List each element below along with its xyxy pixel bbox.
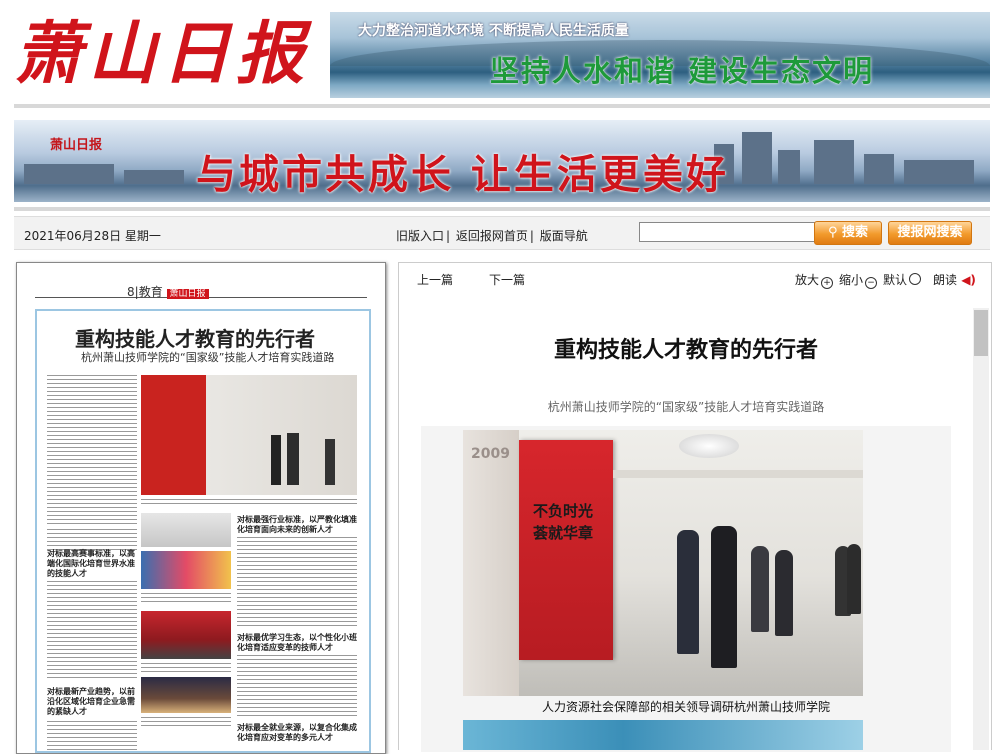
search-icon: ⚲ xyxy=(827,225,838,240)
top-banner-line2: 坚持人水和谐 建设生态文明 xyxy=(490,54,875,88)
second-banner[interactable]: 萧山日报 与城市共成长 让生活更美好 xyxy=(14,120,990,202)
search-input[interactable] xyxy=(639,222,815,242)
paper-tag: 萧山日报 xyxy=(166,289,209,299)
search-button-label: 搜索 xyxy=(842,225,869,240)
page-nav-link[interactable]: 版面导航 xyxy=(540,229,588,243)
second-banner-logo: 萧山日报 xyxy=(50,138,103,153)
zoom-in-button[interactable]: 放大 + xyxy=(795,271,834,289)
skyline-shape xyxy=(814,140,854,184)
zoom-out-label: 缩小 xyxy=(839,273,864,287)
red-display-board xyxy=(519,440,613,660)
page-section: 教育 xyxy=(138,285,163,299)
minus-icon: − xyxy=(865,277,878,289)
issue-date: 2021年06月28日 星期一 xyxy=(24,229,161,243)
column-head[interactable]: 对标最高赛事标准，以高端化国际化培育世界水准的技能人才 xyxy=(47,549,139,579)
home-link[interactable]: 返回报网首页 xyxy=(456,229,528,243)
caption-lines xyxy=(141,593,231,605)
skyline-shape xyxy=(24,164,114,184)
caption-lines xyxy=(141,499,357,507)
photo-caption: 人力资源社会保障部的相关领导调研杭州萧山技师学院 xyxy=(541,700,830,714)
text-block[interactable] xyxy=(237,537,357,629)
person xyxy=(711,526,737,668)
top-toolbar: 2021年06月28日 星期一 旧版入口 | 返回报网首页 | 版面导航 ⚲ 搜索 … xyxy=(14,216,990,250)
skyline-shape xyxy=(778,150,800,184)
zoom-in-label: 放大 xyxy=(795,273,820,287)
text-block[interactable] xyxy=(47,375,137,525)
skyline-shape xyxy=(742,132,772,184)
plus-icon: + xyxy=(821,277,834,289)
site-search-button-label: 搜报网搜索 xyxy=(897,225,963,240)
caption-lines xyxy=(141,663,231,673)
scrollbar-thumb[interactable] xyxy=(974,310,988,356)
text-block[interactable] xyxy=(47,721,137,751)
thumb-subhead: 杭州萧山技师学院的“国家级”技能人才培育实践道路 xyxy=(81,351,335,364)
person xyxy=(775,550,793,636)
page-thumbnail[interactable]: 8|教育 萧山日报 重构技能人才教育的先行者 杭州萧山技师学院的“国家级”技能人… xyxy=(16,262,386,754)
speaker-icon: ◀) xyxy=(957,273,976,287)
zoom-out-button[interactable]: 缩小 − xyxy=(839,271,878,289)
prev-article-link[interactable]: 上一篇 xyxy=(417,271,453,288)
person xyxy=(847,544,861,614)
column-head[interactable]: 对标最优学习生态，以个性化小班化培育适应变革的技师人才 xyxy=(237,633,357,653)
person xyxy=(751,546,769,632)
article-title: 重构技能人才教育的先行者 xyxy=(553,338,818,363)
read-aloud-label: 朗读 xyxy=(933,273,958,287)
page-number: 8 xyxy=(127,285,135,299)
text-block[interactable] xyxy=(47,581,137,681)
caption-lines xyxy=(141,717,231,727)
second-banner-slogan: 与城市共成长 让生活更美好 xyxy=(196,151,729,198)
photo-balcony xyxy=(613,470,863,478)
photo-sign-text: 不负时光 荟就华章 xyxy=(533,502,594,542)
person xyxy=(677,530,699,654)
thumb-photo[interactable] xyxy=(141,513,231,547)
search-button[interactable]: ⚲ 搜索 xyxy=(814,221,882,245)
second-photo[interactable] xyxy=(463,720,863,750)
chandelier xyxy=(679,434,739,458)
article-toolbar: 上一篇 下一篇 放大 + 缩小 − 默认 朗读 ◀) xyxy=(398,262,992,292)
column-head[interactable]: 对标最全就业来源，以复合化集成化培育应对变革的多元人才 xyxy=(237,723,357,743)
site-logo[interactable]: 萧山日报 xyxy=(14,8,314,100)
top-banner[interactable]: 大力整治河道水环境 不断提高人民生活质量 坚持人水和谐 建设生态文明 xyxy=(330,12,990,98)
article-photo[interactable]: 2009 不负时光 荟就华章 xyxy=(463,430,863,696)
next-article-link[interactable]: 下一篇 xyxy=(489,271,525,288)
column-head[interactable]: 对标最强行业标准，以严教化填准化培育面向未来的创新人才 xyxy=(237,515,357,535)
zoom-reset-button[interactable]: 默认 xyxy=(883,271,922,288)
site-search-button[interactable]: 搜报网搜索 xyxy=(888,221,972,245)
top-banner-line1: 大力整治河道水环境 不断提高人民生活质量 xyxy=(358,23,629,39)
article-subtitle: 杭州萧山技师学院的“国家级”技能人才培育实践道路 xyxy=(547,400,825,414)
divider xyxy=(14,207,990,211)
column-head[interactable]: 对标最新产业趋势，以前沿化区域化培育企业急需的紧缺人才 xyxy=(47,687,139,717)
circle-icon xyxy=(909,273,922,285)
thumb-photo[interactable] xyxy=(141,375,357,495)
thumb-photo[interactable] xyxy=(141,611,231,659)
top-nav: 旧版入口 | 返回报网首页 | 版面导航 xyxy=(396,229,588,243)
scrollbar[interactable] xyxy=(973,308,989,750)
article-panel: 重构技能人才教育的先行者 杭州萧山技师学院的“国家级”技能人才培育实践道路 20… xyxy=(398,290,992,752)
skyline-shape xyxy=(904,160,974,184)
old-version-link[interactable]: 旧版入口 xyxy=(396,229,444,243)
photo-sign-year: 2009 xyxy=(471,446,510,462)
skyline-shape xyxy=(124,170,184,184)
skyline-shape xyxy=(864,154,894,184)
photo-wall xyxy=(463,430,519,696)
read-aloud-button[interactable]: 朗读 ◀) xyxy=(933,271,976,288)
thumb-photo[interactable] xyxy=(141,551,231,589)
zoom-reset-label: 默认 xyxy=(883,273,908,287)
divider xyxy=(14,104,990,108)
thumb-headline[interactable]: 重构技能人才教育的先行者 xyxy=(75,323,315,352)
text-block[interactable] xyxy=(237,655,357,719)
page-label: 8|教育 萧山日报 xyxy=(127,283,209,300)
thumb-photo[interactable] xyxy=(141,677,231,713)
